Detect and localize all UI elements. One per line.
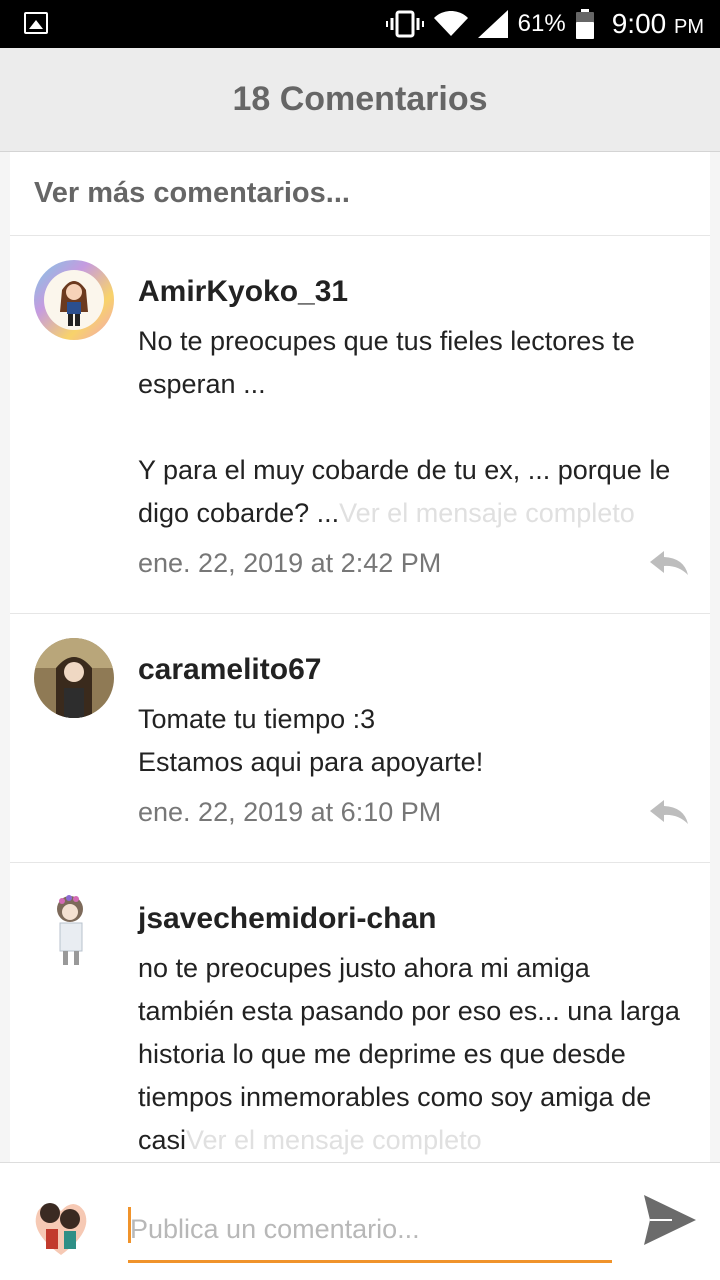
- status-indicators: 61% 9:00 PM: [385, 0, 704, 48]
- comments-header: 18 Comentarios: [0, 48, 720, 152]
- image-notification-icon: [24, 12, 48, 34]
- comment-text: no te preocupes justo ahora mi amiga tam…: [138, 947, 686, 1162]
- clock: 9:00 PM: [612, 8, 704, 40]
- comment-timestamp: ene. 22, 2019 at 2:42 PM: [138, 547, 442, 578]
- comment-body: Tomate tu tiempo :3 Estamos aqui para ap…: [138, 704, 484, 777]
- comment-composer: [0, 1162, 720, 1280]
- comment-meta: ene. 22, 2019 at 6:10 PM: [138, 786, 688, 838]
- comment-item: caramelito67 Tomate tu tiempo :3 Estamos…: [10, 614, 710, 863]
- comment-meta: ene. 22, 2019 at 2:42 PM: [138, 537, 688, 589]
- clock-ampm: PM: [674, 16, 704, 38]
- avatar-image: [20, 1183, 102, 1265]
- avatar-image: [34, 260, 114, 340]
- see-full-message-link[interactable]: Ver el mensaje completo: [186, 1125, 482, 1155]
- avatar-image: [34, 638, 114, 718]
- comment-input[interactable]: [128, 1199, 612, 1263]
- see-full-message-link[interactable]: Ver el mensaje completo: [339, 498, 635, 528]
- comment-username[interactable]: AmirKyoko_31: [138, 274, 686, 310]
- vibrate-icon: [385, 10, 424, 38]
- comment-timestamp: ene. 22, 2019 at 6:10 PM: [138, 796, 442, 827]
- reply-icon[interactable]: [648, 798, 690, 826]
- reply-icon[interactable]: [648, 549, 690, 577]
- comment-username[interactable]: jsavechemidori-chan: [138, 901, 686, 937]
- avatar[interactable]: [34, 260, 114, 340]
- status-bar: 61% 9:00 PM: [0, 0, 720, 48]
- comment-text: Tomate tu tiempo :3 Estamos aqui para ap…: [138, 698, 686, 784]
- page-title: 18 Comentarios: [232, 80, 488, 118]
- comments-list: Ver más comentarios... AmirKyoko_31 No t…: [10, 152, 710, 1162]
- comment-item: jsavechemidori-chan no te preocupes just…: [10, 863, 710, 1162]
- battery-icon: [575, 9, 594, 39]
- comment-username[interactable]: caramelito67: [138, 652, 686, 688]
- avatar[interactable]: [34, 887, 114, 967]
- avatar-image: [34, 887, 114, 967]
- signal-icon: [477, 10, 508, 38]
- battery-percentage: 61%: [517, 10, 566, 37]
- comment-text: No te preocupes que tus fieles lectores …: [138, 320, 686, 535]
- avatar[interactable]: [34, 638, 114, 718]
- wifi-icon: [433, 11, 468, 36]
- current-user-avatar: [20, 1183, 102, 1265]
- load-more-comments-link[interactable]: Ver más comentarios...: [10, 152, 710, 236]
- clock-time: 9:00: [611, 8, 667, 39]
- comment-item: AmirKyoko_31 No te preocupes que tus fie…: [10, 236, 710, 614]
- send-icon[interactable]: [642, 1193, 698, 1247]
